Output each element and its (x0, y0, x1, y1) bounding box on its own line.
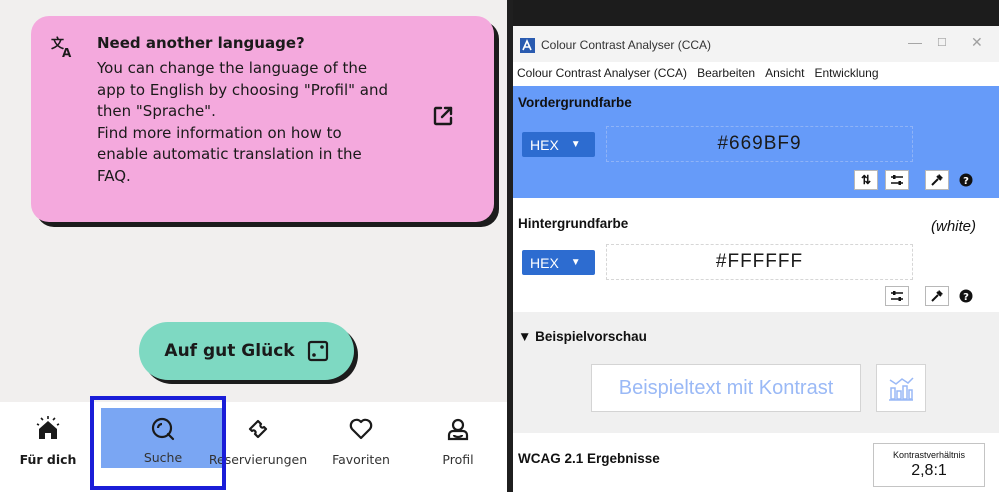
background-label: Hintergrundfarbe (518, 216, 629, 231)
help-icon: ? (959, 173, 973, 187)
tab-label: Profil (442, 452, 474, 467)
tab-favoriten[interactable]: Favoriten (322, 402, 400, 492)
foreground-label: Vordergrundfarbe (518, 95, 632, 110)
heart-icon (349, 418, 373, 440)
background-hex-input[interactable]: #FFFFFF (606, 244, 913, 280)
contrast-ratio-value: 2,8:1 (911, 462, 947, 479)
swap-icon: ⇅ (860, 173, 872, 187)
menu-bearbeiten[interactable]: Bearbeiten (697, 66, 755, 80)
home-icon (36, 416, 60, 439)
info-line: You can change the language of the (97, 59, 368, 77)
lucky-button-label: Auf gut Glück (164, 341, 295, 361)
foreground-eyedropper-button[interactable] (925, 170, 949, 190)
info-line: FAQ. (97, 166, 131, 185)
foreground-hex-input[interactable]: #669BF9 (606, 126, 913, 162)
info-body: You can change the language of the app t… (97, 58, 432, 187)
eyedropper-icon (931, 174, 943, 186)
format-label: HEX (530, 254, 559, 271)
preview-chart-button[interactable] (876, 364, 926, 412)
cca-app-icon (520, 38, 535, 53)
info-line: Find more information on how to (97, 123, 342, 142)
chevron-down-icon: ▼ (570, 139, 581, 150)
menu-bar: Colour Contrast Analyser (CCA) Bearbeite… (513, 62, 999, 84)
chevron-down-icon: ▼ (570, 257, 581, 268)
preview-sample-text: Beispieltext mit Kontrast (591, 364, 861, 412)
background-panel: Hintergrundfarbe (white) HEX ▼ #FFFFFF ? (513, 198, 999, 310)
wcag-results-label: WCAG 2.1 Ergebnisse (518, 451, 660, 466)
background-help-button[interactable]: ? (954, 286, 978, 306)
lucky-button[interactable]: Auf gut Glück (139, 322, 354, 380)
info-line: enable automatic translation in the (97, 145, 362, 163)
title-bar: Colour Contrast Analyser (CCA) — ☐ ✕ (513, 26, 999, 62)
language-info-card: 文 A Need another language? You can chang… (31, 16, 494, 222)
background-format-select[interactable]: HEX ▼ (522, 250, 595, 275)
info-line: then "Sprache". (97, 102, 216, 120)
swap-colors-button[interactable]: ⇅ (854, 170, 878, 190)
background-sliders-button[interactable] (885, 286, 909, 306)
format-label: HEX (530, 136, 559, 153)
window-top-strip (513, 0, 999, 26)
sliders-icon (891, 291, 903, 301)
contrast-ratio-box: Kontrastverhältnis 2,8:1 (873, 443, 985, 487)
bottom-tab-bar: Für dich Suche Reservierungen Favoriten (0, 402, 507, 492)
window-title: Colour Contrast Analyser (CCA) (541, 38, 712, 52)
translate-icon: 文 A (51, 36, 72, 59)
foreground-sliders-button[interactable] (885, 170, 909, 190)
profile-icon (447, 418, 469, 441)
foreground-panel: Vordergrundfarbe HEX ▼ #669BF9 ⇅ ? (513, 86, 999, 198)
svg-text:?: ? (963, 176, 969, 187)
foreground-help-button[interactable]: ? (954, 170, 978, 190)
background-eyedropper-button[interactable] (925, 286, 949, 306)
tab-fuer-dich[interactable]: Für dich (18, 402, 78, 492)
menu-ansicht[interactable]: Ansicht (765, 66, 804, 80)
foreground-format-select[interactable]: HEX ▼ (522, 132, 595, 157)
eyedropper-icon (931, 290, 943, 302)
dice-icon (307, 340, 328, 362)
focus-highlight (90, 396, 226, 490)
menu-app[interactable]: Colour Contrast Analyser (CCA) (517, 66, 687, 80)
external-link-icon[interactable] (431, 104, 455, 128)
tab-profil[interactable]: Profil (428, 402, 488, 492)
sliders-icon (891, 175, 903, 185)
bar-chart-icon (889, 377, 914, 401)
background-color-name: (white) (931, 218, 977, 235)
preview-toggle[interactable]: ▼ Beispielvorschau (518, 329, 647, 344)
ticket-icon (248, 419, 268, 439)
info-title: Need another language? (97, 34, 305, 52)
minimize-button[interactable]: — (908, 34, 922, 50)
wcag-results-panel: WCAG 2.1 Ergebnisse Kontrastverhältnis 2… (513, 433, 999, 492)
tab-label: Favoriten (332, 452, 390, 467)
mobile-app: 文 A Need another language? You can chang… (0, 0, 507, 492)
maximize-button[interactable]: ☐ (937, 36, 947, 49)
svg-text:A: A (62, 46, 72, 59)
help-icon: ? (959, 289, 973, 303)
svg-text:?: ? (963, 292, 969, 303)
preview-panel: ▼ Beispielvorschau Beispieltext mit Kont… (513, 312, 999, 433)
contrast-ratio-label: Kontrastverhältnis (892, 450, 966, 460)
info-line: app to English by choosing "Profil" and (97, 80, 389, 99)
close-button[interactable]: ✕ (971, 34, 983, 51)
tab-label: Für dich (19, 452, 77, 467)
menu-entwicklung[interactable]: Entwicklung (814, 66, 878, 80)
cca-window: Colour Contrast Analyser (CCA) — ☐ ✕ Col… (513, 0, 999, 492)
